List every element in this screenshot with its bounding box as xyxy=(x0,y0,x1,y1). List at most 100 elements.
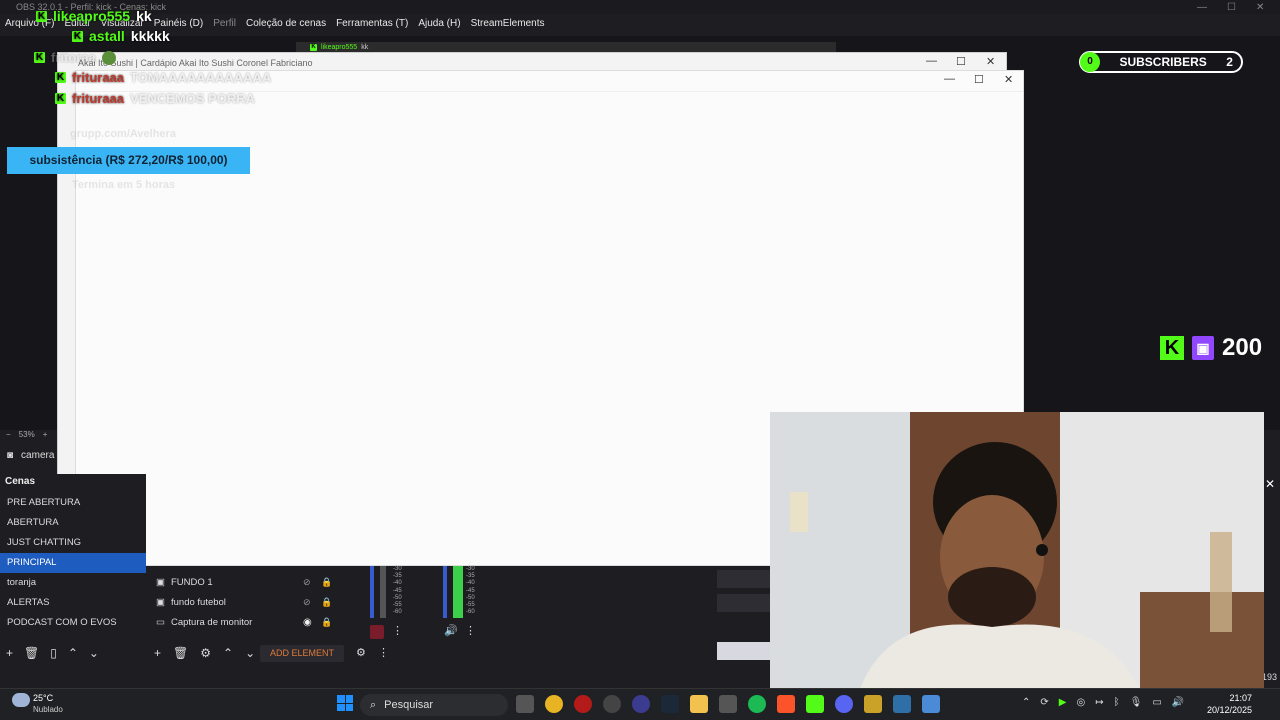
discord-icon[interactable] xyxy=(835,695,853,713)
speaker-icon[interactable]: 🔊 xyxy=(1172,697,1184,708)
speaker-icon[interactable]: 🔊 xyxy=(444,624,458,637)
kick-icon: K xyxy=(55,93,66,104)
muted-speaker-icon[interactable] xyxy=(370,625,384,639)
obs-icon[interactable] xyxy=(603,695,621,713)
weather-icon[interactable] xyxy=(12,693,30,707)
close-icon[interactable]: ✕ xyxy=(1256,2,1264,13)
app-icon[interactable] xyxy=(719,695,737,713)
more-options-icon[interactable]: ⋮ xyxy=(465,624,476,637)
audio-meter xyxy=(380,566,386,618)
mini-chat-bar: K likeapro555 kk xyxy=(296,42,836,52)
play-icon[interactable]: ▶ xyxy=(1059,697,1067,708)
app-icon[interactable] xyxy=(864,695,882,713)
image-icon: ▣ xyxy=(156,577,165,588)
chat-username: frituraaa xyxy=(72,91,125,106)
menu-streamelements[interactable]: StreamElements xyxy=(471,15,545,33)
subs-count-left: 0 xyxy=(1080,52,1100,72)
windows-start-icon[interactable] xyxy=(337,695,353,711)
more-options-icon[interactable]: ⋮ xyxy=(378,646,389,659)
clock-date: 20/12/2025 xyxy=(1206,705,1252,715)
menu-help[interactable]: Ajuda (H) xyxy=(418,15,460,33)
app-icon[interactable] xyxy=(632,695,650,713)
task-view-icon[interactable] xyxy=(516,695,534,713)
add-element-button[interactable]: ADD ELEMENT xyxy=(260,645,344,662)
hidden-eye-icon[interactable]: ⊘ xyxy=(303,577,311,588)
minimize-icon[interactable]: — xyxy=(944,73,955,85)
scenes-header: Cenas xyxy=(5,476,36,487)
add-icon[interactable]: + xyxy=(6,646,13,660)
scene-item[interactable]: ALERTAS xyxy=(0,593,146,613)
weather-desc: Nublado xyxy=(33,705,63,714)
kick-icon[interactable] xyxy=(806,695,824,713)
add-icon[interactable]: + xyxy=(154,646,161,660)
lock-icon[interactable]: 🔒 xyxy=(321,597,332,608)
chrome-icon[interactable] xyxy=(545,695,563,713)
network-icon[interactable]: ▭ xyxy=(1152,697,1161,708)
gear-icon[interactable]: ⚙ xyxy=(200,646,211,660)
steam-icon[interactable] xyxy=(661,695,679,713)
hidden-eye-icon[interactable]: ⊘ xyxy=(303,597,311,608)
chevron-up-icon[interactable]: ⌃ xyxy=(1022,697,1030,708)
menu-profile[interactable]: Perfil xyxy=(213,15,236,33)
filter-icon[interactable]: ▯ xyxy=(50,646,57,660)
scene-item-selected[interactable]: PRINCIPAL xyxy=(0,553,146,573)
zoom-in-icon[interactable]: + xyxy=(43,430,48,439)
camera-source-bar[interactable]: ◙ camera xyxy=(7,450,54,461)
menu-scene-collection[interactable]: Coleção de cenas xyxy=(246,15,326,33)
chevron-up-icon[interactable]: ⌃ xyxy=(68,646,78,660)
menu-tools[interactable]: Ferramentas (T) xyxy=(336,15,408,33)
trash-icon[interactable]: 🗑 xyxy=(24,646,39,660)
maximize-icon[interactable]: ☐ xyxy=(956,55,966,68)
scene-item[interactable]: PRE ABERTURA xyxy=(0,493,146,513)
arrow-icon[interactable]: ↦ xyxy=(1095,697,1103,708)
sync-icon[interactable]: ⟳ xyxy=(1040,697,1048,708)
eye-icon[interactable]: ◉ xyxy=(303,617,312,628)
zoom-out-icon[interactable]: − xyxy=(6,430,11,439)
close-icon[interactable]: ✕ xyxy=(1265,477,1275,491)
chevron-up-icon[interactable]: ⌃ xyxy=(223,646,233,660)
lock-icon[interactable]: 🔒 xyxy=(321,617,332,628)
system-tray: ⌃ ⟳ ▶ ◎ ↦ ᛒ 🎙 ▭ 🔊 xyxy=(1022,697,1184,708)
source-item[interactable]: ▣ fundo futebol xyxy=(156,597,226,608)
folder-icon[interactable] xyxy=(690,695,708,713)
followers-count: 200 xyxy=(1222,334,1263,361)
camera-icon: ◙ xyxy=(7,450,14,461)
gear-icon[interactable]: ⚙ xyxy=(356,646,366,659)
calculator-icon[interactable] xyxy=(922,695,940,713)
bluetooth-icon[interactable]: ᛒ xyxy=(1114,697,1120,708)
app-icon[interactable]: ◎ xyxy=(1076,697,1085,708)
spotify-icon[interactable] xyxy=(748,695,766,713)
chevron-down-icon[interactable]: ⌄ xyxy=(245,646,255,660)
brave-icon[interactable] xyxy=(777,695,795,713)
chat-message: K frituraaa VENCEMOS PORRA xyxy=(55,91,255,106)
control-button[interactable] xyxy=(717,594,770,612)
chevron-down-icon[interactable]: ⌄ xyxy=(89,646,99,660)
monitor-icon: ▭ xyxy=(156,617,165,628)
chat-text: kkkkk xyxy=(130,28,170,44)
scene-item[interactable]: ABERTURA xyxy=(0,513,146,533)
webcam-image xyxy=(770,412,1264,689)
scene-item[interactable]: PODCAST COM O EVOS xyxy=(0,613,146,633)
source-item[interactable]: ▭ Captura de monitor xyxy=(156,617,252,628)
minimize-icon[interactable]: — xyxy=(1197,2,1207,13)
notepad-icon[interactable] xyxy=(893,695,911,713)
scene-item[interactable]: toranja xyxy=(0,573,146,593)
control-button[interactable] xyxy=(717,570,770,588)
maximize-icon[interactable]: ☐ xyxy=(974,73,984,86)
trash-icon[interactable]: 🗑 xyxy=(173,646,188,660)
emote-icon xyxy=(101,50,116,65)
scene-item[interactable]: JUST CHATTING xyxy=(0,533,146,553)
minimize-icon[interactable]: — xyxy=(926,55,937,67)
close-icon[interactable]: ✕ xyxy=(1004,73,1013,86)
weather-temp: 25°C xyxy=(33,693,54,703)
close-icon[interactable]: ✕ xyxy=(986,55,995,68)
opera-icon[interactable] xyxy=(574,695,592,713)
source-item[interactable]: ▣ FUNDO 1 xyxy=(156,577,213,588)
taskbar-search[interactable]: ⌕ Pesquisar xyxy=(360,694,508,716)
lock-icon[interactable]: 🔒 xyxy=(321,577,332,588)
mic-icon[interactable]: 🎙 xyxy=(1130,697,1143,708)
control-button[interactable] xyxy=(717,642,770,660)
maximize-icon[interactable]: ☐ xyxy=(1227,2,1236,13)
more-options-icon[interactable]: ⋮ xyxy=(392,624,403,637)
kick-icon: K xyxy=(1160,336,1184,360)
